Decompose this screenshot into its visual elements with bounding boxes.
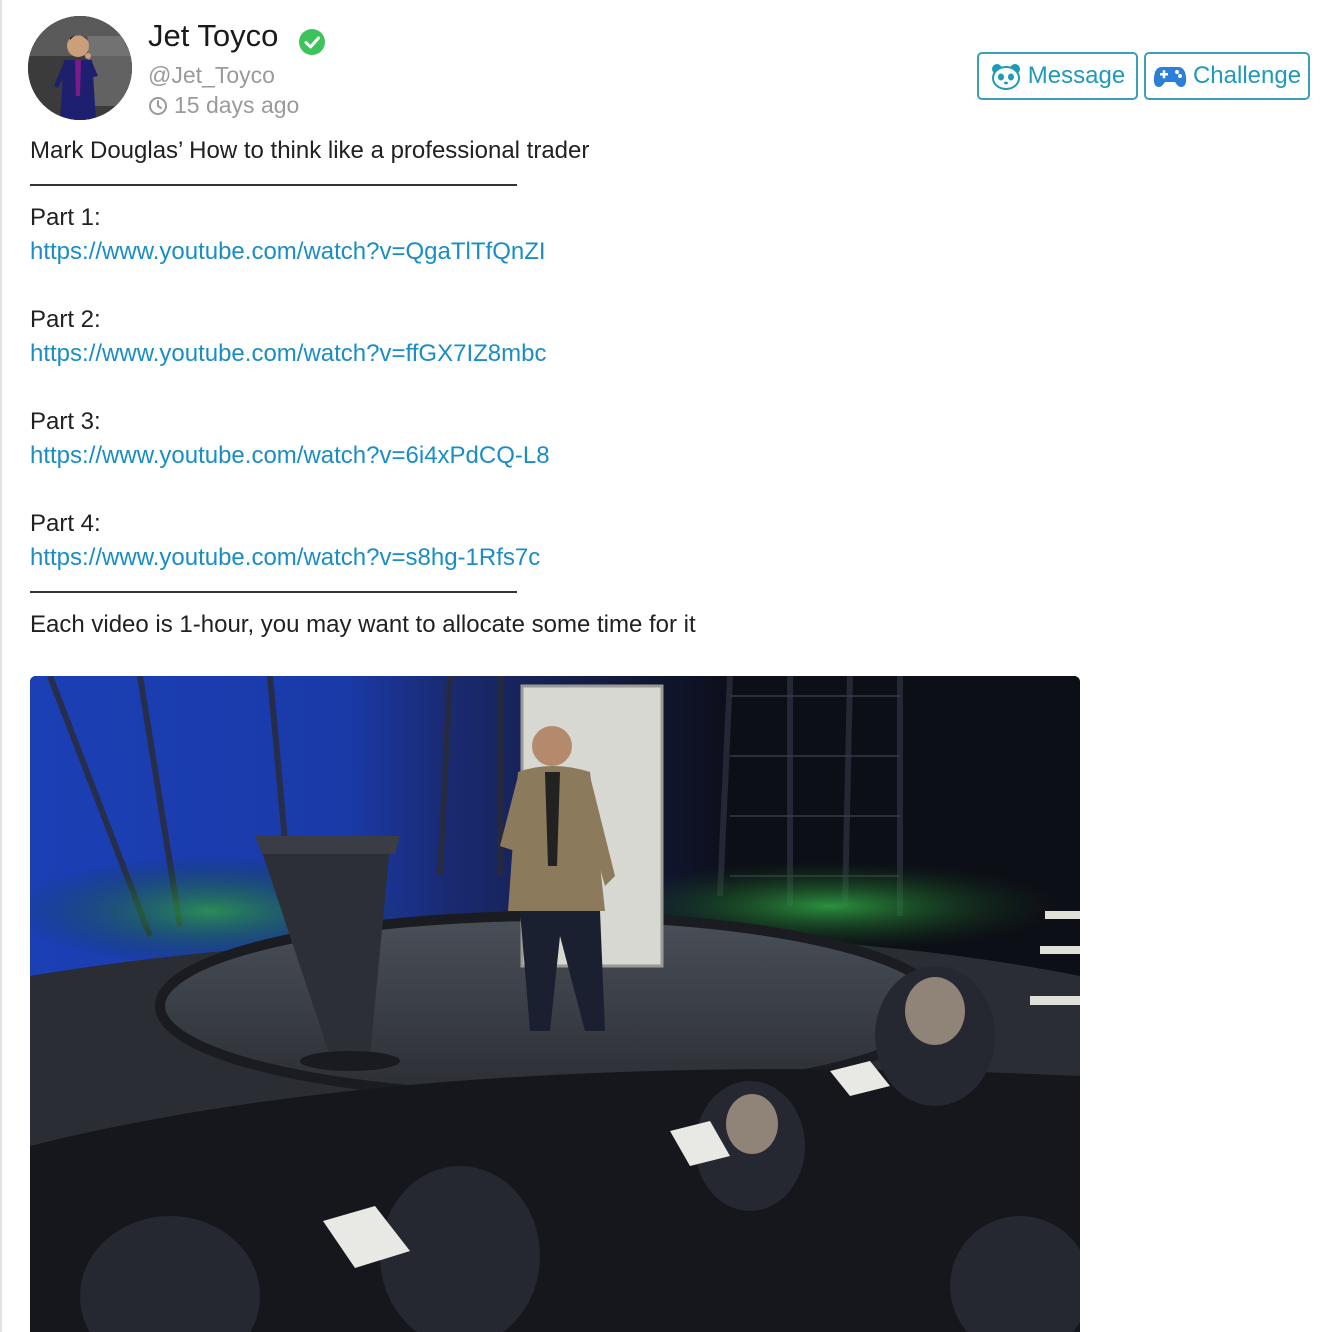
message-button-label: Message [1027, 62, 1126, 89]
author-handle[interactable]: @Jet_Toyco [148, 62, 275, 89]
time-ago-text: 15 days ago [174, 92, 300, 118]
video-thumbnail[interactable] [30, 676, 1080, 1332]
panda-icon [991, 64, 1020, 90]
divider [30, 184, 517, 186]
youtube-link-part-2[interactable]: https://www.youtube.com/watch?v=ffGX7IZ8… [30, 340, 546, 367]
message-button[interactable]: Message [977, 52, 1138, 100]
challenge-button-label: Challenge [1192, 62, 1302, 89]
part-label: Part 2: [30, 306, 101, 333]
youtube-link-part-3[interactable]: https://www.youtube.com/watch?v=6i4xPdCQ… [30, 442, 550, 469]
verified-check-icon [299, 29, 325, 55]
post-card: Jet Toyco @Jet_Toyco 15 days ago Message [0, 0, 1324, 1332]
clock-icon [149, 96, 167, 115]
divider [30, 591, 517, 593]
avatar-image [28, 16, 132, 120]
post-body: Mark Douglas’ How to think like a profes… [30, 134, 1230, 642]
part-label: Part 3: [30, 408, 101, 435]
youtube-link-part-1[interactable]: https://www.youtube.com/watch?v=QgaTlTfQ… [30, 238, 546, 265]
challenge-button[interactable]: Challenge [1144, 52, 1310, 100]
youtube-link-part-4[interactable]: https://www.youtube.com/watch?v=s8hg-1Rf… [30, 544, 540, 571]
post-footer-note: Each video is 1-hour, you may want to al… [30, 611, 696, 638]
author-name[interactable]: Jet Toyco [148, 18, 278, 54]
post-title: Mark Douglas’ How to think like a profes… [30, 137, 590, 164]
part-label: Part 4: [30, 510, 101, 537]
lecture-stage-image [30, 676, 1080, 1332]
avatar[interactable] [28, 16, 132, 120]
part-label: Part 1: [30, 204, 101, 231]
post-timestamp: 15 days ago [148, 92, 299, 119]
gamepad-icon [1153, 67, 1187, 87]
